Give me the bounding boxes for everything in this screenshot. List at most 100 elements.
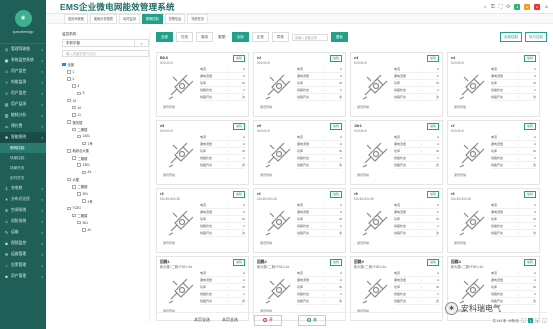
control-all-button[interactable]: 全部控制 xyxy=(500,32,522,42)
tree-checkbox[interactable] xyxy=(67,70,71,74)
edit-button[interactable]: 编辑 xyxy=(426,122,439,130)
tree-checkbox[interactable] xyxy=(72,84,76,88)
tree-checkbox[interactable] xyxy=(72,185,76,189)
device-card[interactable]: r4 编辑 10=10=10=10 电流 - A 漏电流量 - A 功率 - W 线路状态 - h 线路开关 -… xyxy=(253,188,346,253)
sidebar-item[interactable]: ✹ 智能照明 ▾ xyxy=(0,132,46,143)
edit-button[interactable]: 编辑 xyxy=(232,122,245,130)
device-card[interactable]: e2 编辑 0=0=0=0 电流 - A 漏电流量 - A 功率 - W 线路状态 - h 线路开关 - 次通讯异… xyxy=(253,52,346,117)
tree-node[interactable]: 1301 xyxy=(62,133,149,140)
tree-node[interactable]: 二期楼 xyxy=(62,183,149,190)
tree-checkbox[interactable] xyxy=(77,134,81,139)
sidebar-subitem[interactable]: 场景控制 xyxy=(0,153,46,163)
sidebar-item[interactable]: ☺ 用户监控 ▾ xyxy=(0,88,46,99)
tree-node[interactable]: 1号 xyxy=(62,140,149,147)
execute-control-button[interactable]: 执行控制 xyxy=(525,32,547,42)
tree-checkbox[interactable] xyxy=(82,141,86,146)
page-2[interactable]: 2 xyxy=(535,317,540,323)
edit-button[interactable]: 编辑 xyxy=(329,190,342,198)
sidebar-item[interactable]: ✎ 运维 ▾ xyxy=(0,227,46,238)
device-card[interactable]: e3 编辑 0=0=0=0 电流 - A 漏电流量 - A 功率 - W 线路状态 - h 线路开关 - 次通讯异… xyxy=(350,52,443,117)
edit-button[interactable]: 编辑 xyxy=(523,190,536,198)
status-badge-red[interactable]: ● xyxy=(534,3,540,10)
tab-item[interactable]: 首页驾驶舱 xyxy=(64,13,88,24)
sidebar-item[interactable]: ⚙ 运维管理 ▾ xyxy=(0,249,46,260)
tab-item[interactable]: 能耗分析报表 xyxy=(89,13,118,24)
status-badge-green[interactable]: ● xyxy=(514,3,521,10)
tree-checkbox[interactable] xyxy=(72,113,76,117)
tab-item[interactable]: 实时监测 xyxy=(119,13,140,24)
device-card[interactable]: e5 编辑 0=0=0=0 电流 - A 漏电流量 - A 功率 - W 线路状态 - h 线路开关 - 次通讯异… xyxy=(156,120,249,185)
next-page-button[interactable]: › xyxy=(542,317,547,323)
type-abnormal-button[interactable]: 异常 xyxy=(271,32,289,42)
org-select[interactable]: 东软华普 ⌕ xyxy=(62,39,149,47)
switch-on-button[interactable]: 开 xyxy=(254,314,282,326)
tree-checkbox[interactable] xyxy=(77,91,81,96)
sidebar-item[interactable]: ☺ 用户监控 ▾ xyxy=(0,66,46,77)
edit-button[interactable]: 编辑 xyxy=(232,54,245,62)
select-all-button[interactable]: 本页全选 xyxy=(194,317,210,323)
tree-node[interactable]: 11 xyxy=(62,111,149,118)
tab-item[interactable]: 场景任务 xyxy=(187,13,209,24)
tree-checkbox[interactable] xyxy=(82,199,86,203)
tree-node[interactable]: YJZG xyxy=(62,205,149,212)
home-icon[interactable]: ⌂ xyxy=(484,4,487,10)
fullscreen-icon[interactable]: ⛶ xyxy=(499,4,503,10)
filter-all-button[interactable]: 全部 xyxy=(156,32,173,42)
tree-search-input[interactable]: 输入关键字进行过滤 xyxy=(62,50,149,57)
tree-node[interactable]: AI xyxy=(62,226,149,233)
tree-node[interactable]: 301 xyxy=(62,219,149,226)
device-card[interactable]: r2 编辑 0=0=0=0 电流 - A 漏电流量 - A 功率 - W 线路状态 - h 线路开关 - 次通讯异… xyxy=(447,120,540,185)
filter-offline-button[interactable]: 离线 xyxy=(196,32,213,42)
search-button[interactable]: 搜索 xyxy=(330,32,348,42)
tree-node[interactable]: 二期楼 xyxy=(62,154,149,161)
tree-checkbox[interactable] xyxy=(72,213,76,218)
tree-node[interactable]: 4 xyxy=(62,83,149,90)
sidebar-item[interactable]: ϟ 电能监测 ▾ xyxy=(0,77,46,88)
tree-checkbox[interactable] xyxy=(77,192,81,196)
tree-checkbox[interactable] xyxy=(67,149,71,153)
tree-checkbox[interactable] xyxy=(82,170,86,175)
edit-button[interactable]: 编辑 xyxy=(426,54,439,62)
tree-node[interactable]: 3号 xyxy=(62,198,149,205)
tree-node[interactable]: 3 xyxy=(62,90,149,97)
edit-button[interactable]: 编辑 xyxy=(426,190,439,198)
select-page-button[interactable]: 本页全选 xyxy=(222,317,238,323)
device-search-input[interactable]: 请输入设备名称 xyxy=(291,33,328,41)
prev-page-button[interactable]: ‹ xyxy=(521,317,526,323)
edit-button[interactable]: 编辑 xyxy=(523,54,536,62)
tree-node[interactable]: 2 xyxy=(62,75,149,82)
type-all-button[interactable]: 全部 xyxy=(231,32,249,42)
sidebar-subitem[interactable]: 场景任务 xyxy=(0,163,46,173)
sidebar-item[interactable]: ♨ 消防系统 ▾ xyxy=(0,216,46,227)
tree-node[interactable]: 301 xyxy=(62,190,149,197)
tree-checkbox[interactable] xyxy=(67,206,71,211)
filter-online-button[interactable]: 在线 xyxy=(176,32,193,42)
sidebar-subitem[interactable]: 照明控制 xyxy=(0,143,46,153)
lock-icon[interactable]: ⚿ xyxy=(491,4,495,10)
tree-node[interactable]: 全部 xyxy=(62,61,149,68)
sidebar-item[interactable]: ❄ 空调系统 ▾ xyxy=(0,205,46,216)
tree-node[interactable]: 1301 xyxy=(62,162,149,169)
tab-item[interactable]: 照明控制 xyxy=(141,13,163,24)
device-card[interactable]: r3 编辑 10=10=10=10 电流 - A 漏电流量 - A 功率 - W 线路状态 - h 线路开关 -… xyxy=(156,188,249,253)
device-card[interactable]: r5 编辑 10=10=10=10 电流 - A 漏电流量 - A 功率 - W 线路状态 - h 线路开关 -… xyxy=(350,188,443,253)
device-card[interactable]: 15r1 编辑 0=0=0=0 电流 - A 漏电流量 - A 功率 - W 线路状态 - h 线路开关 - 次通… xyxy=(350,120,443,185)
sidebar-item[interactable]: ◷ 管理驾驶舱 ▾ xyxy=(0,44,46,55)
tree-checkbox[interactable] xyxy=(67,77,71,81)
sidebar-subitem[interactable]: 定时任务 xyxy=(0,173,46,183)
tree-node[interactable]: A1 xyxy=(62,169,149,176)
sidebar-item[interactable]: ♪ 告警管理 ▾ xyxy=(0,260,46,271)
tree-node[interactable]: 新综合大楼 xyxy=(62,147,149,154)
edit-button[interactable]: 编辑 xyxy=(523,258,536,266)
edit-button[interactable]: 编辑 xyxy=(523,122,536,130)
sidebar-item[interactable]: ⏚ 充电桩 ▾ xyxy=(0,183,46,194)
edit-button[interactable]: 编辑 xyxy=(329,258,342,266)
edit-button[interactable]: 编辑 xyxy=(232,190,245,198)
tree-checkbox[interactable] xyxy=(82,228,86,232)
tree-checkbox[interactable] xyxy=(77,220,81,225)
tree-checkbox[interactable] xyxy=(62,62,66,67)
switch-off-button[interactable]: 关 xyxy=(298,314,326,326)
tree-checkbox[interactable] xyxy=(67,98,71,103)
tree-checkbox[interactable] xyxy=(77,163,81,167)
tree-node[interactable]: 10 xyxy=(62,97,149,104)
